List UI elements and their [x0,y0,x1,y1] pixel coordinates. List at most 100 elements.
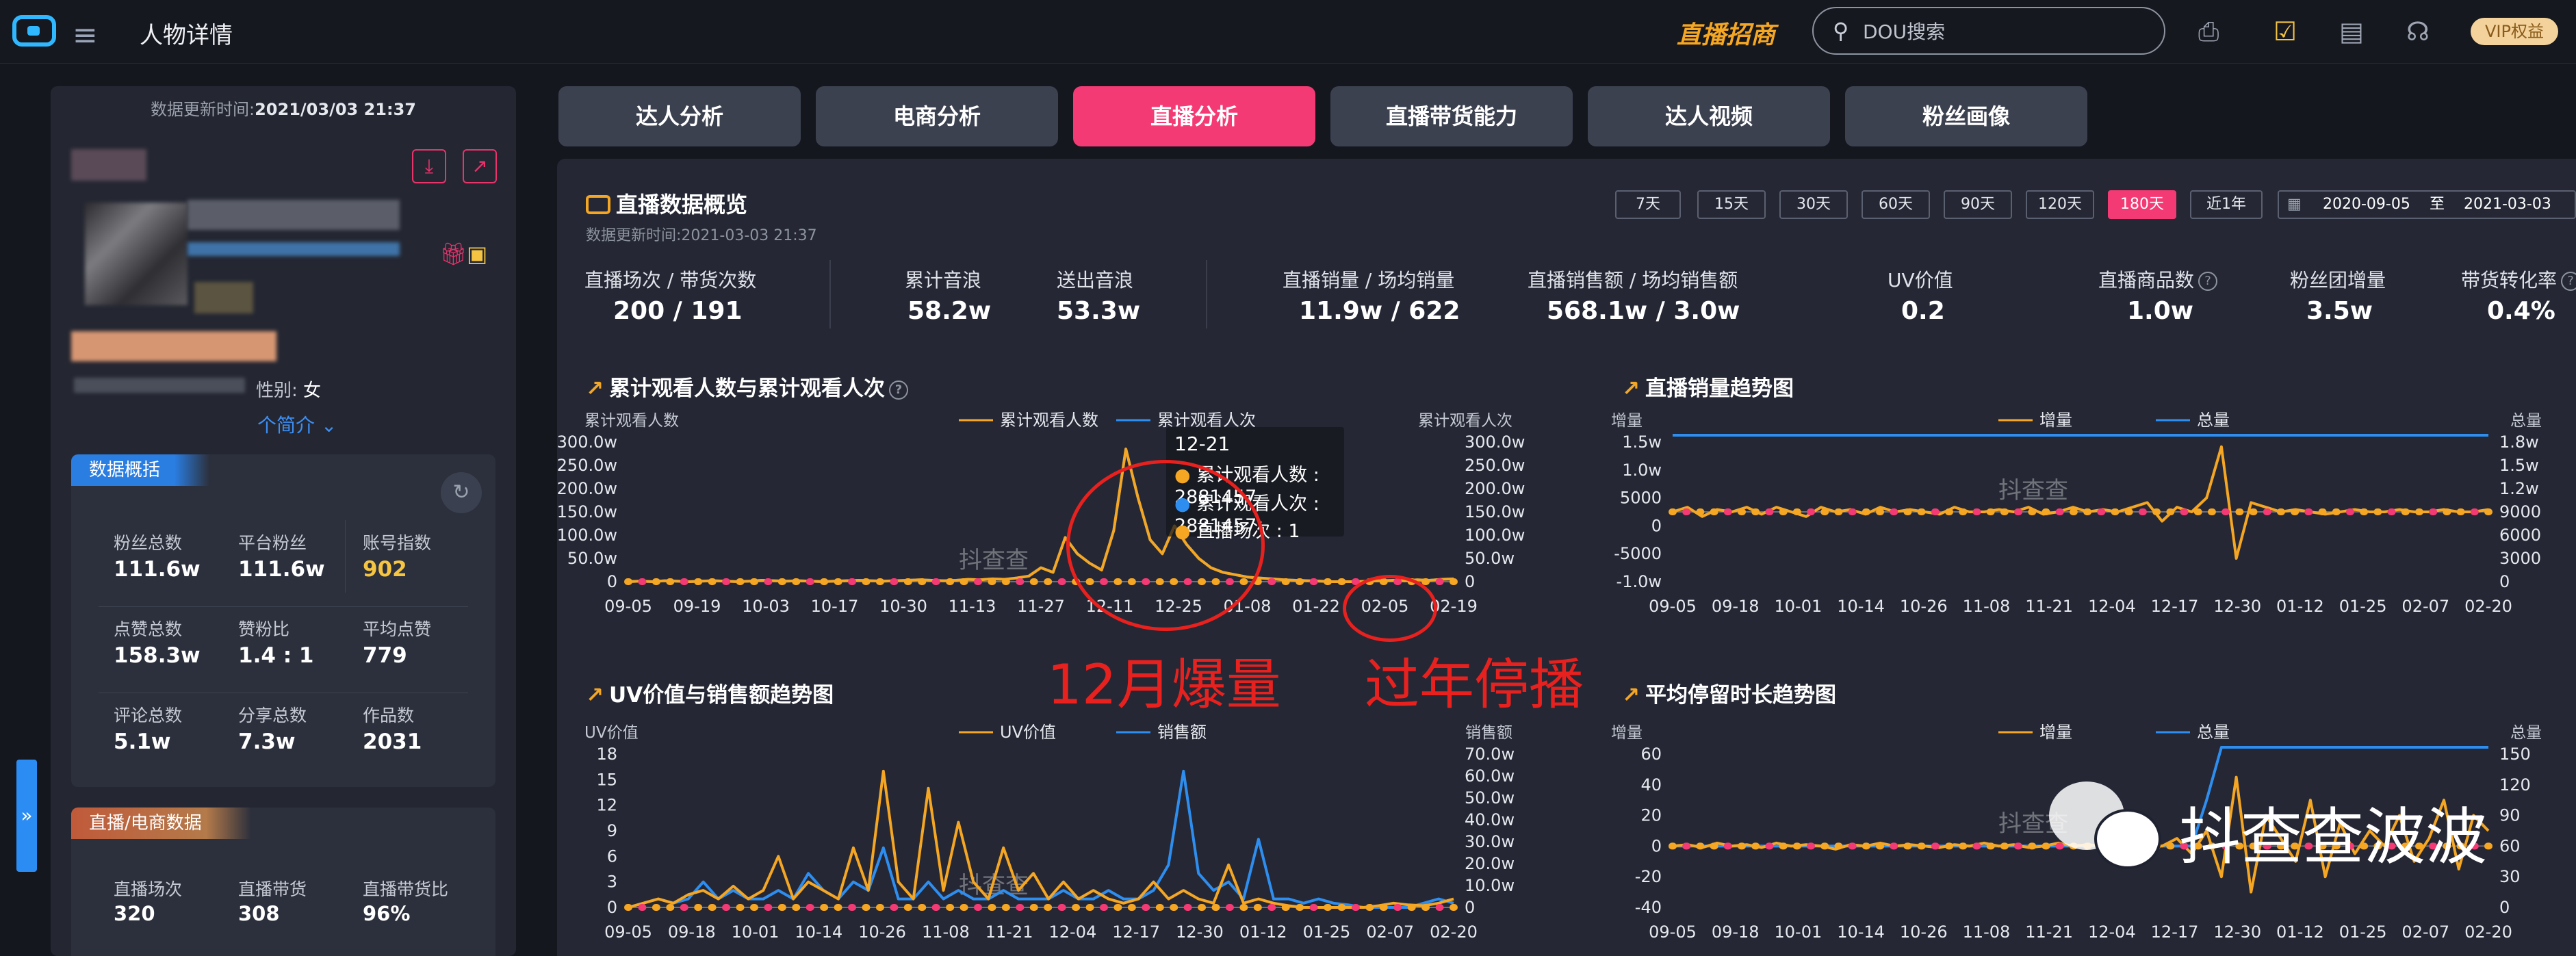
event-marker [1820,508,1829,515]
event-marker [1435,578,1444,585]
print-icon[interactable]: ⎙ [2198,16,2219,47]
tab-live-analysis[interactable]: 直播分析 [1073,86,1315,146]
chart-title: ↗ 平均停留时长趋势图 [1622,683,1836,708]
shop-icon[interactable]: ▣ [467,241,487,267]
event-marker [1057,904,1066,911]
range-120d[interactable]: 120天 [2026,190,2094,219]
y2-tick-label: 9000 [2499,502,2541,521]
range-180d[interactable]: 180天 [2108,190,2176,219]
search-box[interactable]: ⚲ [1812,7,2165,55]
event-marker [1001,904,1010,911]
x-tick-label: 02-07 [2401,597,2449,616]
search-input[interactable] [1862,18,2152,45]
event-marker [1765,842,1774,850]
event-marker [1365,904,1374,911]
x-tick-label: 02-20 [1430,922,1478,942]
headset-icon[interactable]: ☊ [2406,16,2430,47]
range-1y[interactable]: 近1年 [2190,190,2263,219]
y-tick-label: 250.0w [557,456,617,475]
tab-fan-profile[interactable]: 粉丝画像 [1845,86,2087,146]
expand-sidebar-button[interactable]: » [16,760,37,872]
event-marker [903,904,912,911]
divider [99,606,468,607]
tab-talent-analysis[interactable]: 达人分析 [558,86,801,146]
menu-icon[interactable]: ≡ [73,18,98,53]
help-icon[interactable]: ? [888,380,908,400]
vip-badge[interactable]: VIP权益 [2471,18,2558,45]
event-marker [1324,578,1332,585]
tab-live-selling[interactable]: 直播带货能力 [1330,86,1573,146]
event-marker [736,578,745,585]
event-marker [946,904,955,911]
kpi-value: 58.2w [907,297,992,325]
tab-talent-videos[interactable]: 达人视频 [1588,86,1830,146]
date-from[interactable]: 2020-09-05 [2323,192,2410,218]
event-marker [2276,508,2285,515]
y-tick-label: 200.0w [557,479,617,498]
date-range-picker[interactable]: ▦ 2020-09-05 至 2021-03-03 [2278,190,2576,219]
event-marker [1862,508,1870,515]
x-tick-label: 10-30 [879,597,927,616]
intro-toggle[interactable]: 个简介 ⌄ [257,411,337,438]
range-15d[interactable]: 15天 [1697,190,1766,219]
gift-icon[interactable]: 🎁︎ [439,241,467,267]
event-marker [1351,904,1360,911]
range-90d[interactable]: 90天 [1944,190,2012,219]
y2-tick-label: 50.0w [1465,788,1515,808]
event-marker [2055,508,2064,515]
help-icon[interactable]: ? [2198,272,2218,291]
event-marker [1931,508,1940,515]
legend-label: 总量 [2197,412,2230,430]
refresh-icon[interactable]: ↻ [441,472,482,513]
event-marker [652,904,660,911]
y2-tick-label: 20.0w [1465,854,1515,873]
y2-tick-label: 40.0w [1465,810,1515,829]
stat-value: 7.3w [238,729,296,754]
event-marker [2443,508,2451,515]
download-icon[interactable]: ⤓ [412,149,446,183]
legend-label: 销售额 [1157,723,1207,742]
x-tick-label: 09-05 [1649,922,1697,942]
range-30d[interactable]: 30天 [1779,190,1848,219]
y-tick-label: 20 [1640,806,1662,825]
range-60d[interactable]: 60天 [1862,190,1930,219]
event-marker [959,578,968,585]
event-marker [1876,842,1885,850]
app-logo-icon[interactable] [12,15,56,47]
date-to[interactable]: 2021-03-03 [2464,192,2551,218]
y2-tick-label: 0 [1465,572,1475,591]
range-7d[interactable]: 7天 [1615,190,1681,219]
event-marker [1972,842,1981,850]
document-icon[interactable]: ▤ [2339,16,2364,47]
event-marker [1450,578,1458,585]
kpi-value: 53.3w [1057,297,1141,325]
event-marker [1903,842,1912,850]
stat-value: 779 [363,643,407,668]
y2-tick-label: 150.0w [1465,502,1525,521]
stat-label: 作品数 [363,706,415,725]
help-icon[interactable]: ? [2561,272,2576,291]
event-marker [1710,842,1718,850]
x-tick-label: 12-30 [1176,922,1224,942]
event-marker [890,904,899,911]
event-marker [1723,842,1732,850]
clipboard-check-icon[interactable]: ☑ [2274,16,2297,47]
x-tick-label: 11-21 [986,922,1033,942]
event-marker [2304,508,2313,515]
event-marker [848,904,857,911]
event-marker [1890,842,1898,850]
event-marker [624,904,632,911]
event-marker [2387,508,2396,515]
event-marker [792,578,801,585]
y2-tick-label: 0 [2499,572,2510,591]
y2-tick-label: 100.0w [1465,526,1525,545]
event-marker [1379,904,1388,911]
share-icon[interactable]: ↗ [463,149,497,183]
event-marker [1296,904,1304,911]
tab-ecommerce-analysis[interactable]: 电商分析 [816,86,1058,146]
event-marker [1211,904,1220,911]
event-marker [1834,842,1843,850]
event-marker [652,578,660,585]
live-merchant-link[interactable]: 直播招商 [1677,15,1775,51]
event-marker [2083,508,2092,515]
